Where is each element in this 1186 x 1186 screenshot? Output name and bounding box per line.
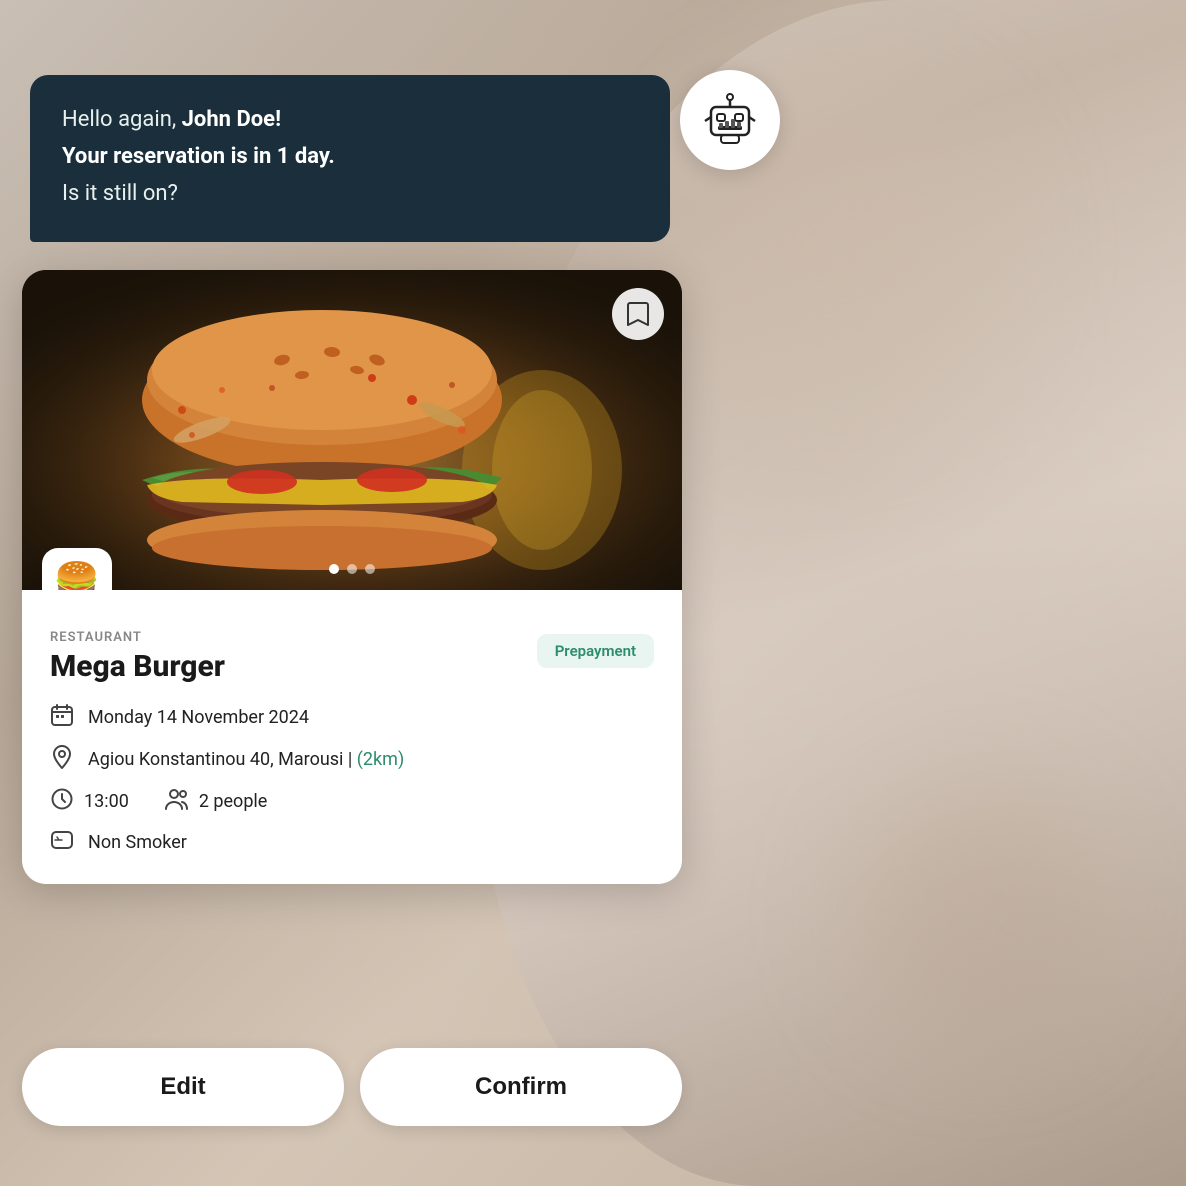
action-buttons: Edit Confirm — [22, 1048, 682, 1126]
info-rows: Monday 14 November 2024 Agiou Konstantin… — [50, 704, 654, 856]
chat-bubble: Hello again, John Doe! Your reservation … — [30, 75, 670, 242]
people-text: 2 people — [199, 791, 268, 812]
time-sub: 13:00 — [50, 788, 129, 815]
dot-3 — [365, 564, 375, 574]
burger-emoji-badge: 🍔 — [42, 548, 112, 590]
card-image: 🍔 — [22, 270, 682, 590]
time-text: 13:00 — [84, 791, 129, 812]
location-row: Agiou Konstantinou 40, Marousi | (2km) — [50, 745, 654, 774]
time-people-row: 13:00 2 people — [50, 788, 654, 815]
prepayment-badge: Prepayment — [537, 634, 654, 668]
smoke-row: Non Smoker — [50, 829, 654, 856]
date-row: Monday 14 November 2024 — [50, 704, 654, 731]
calendar-icon — [50, 704, 74, 731]
robot-icon — [701, 91, 759, 149]
reservation-card: 🍔 RESTAURANT Mega Burger Prepayment — [22, 270, 682, 884]
smoke-icon — [50, 829, 74, 856]
people-sub: 2 people — [165, 788, 268, 815]
burger-image-svg — [22, 270, 682, 590]
address-text: Agiou Konstantinou 40, Marousi | (2km) — [88, 749, 404, 770]
confirm-button[interactable]: Confirm — [360, 1048, 682, 1126]
bookmark-button[interactable] — [612, 288, 664, 340]
date-text: Monday 14 November 2024 — [88, 707, 309, 728]
chat-line-1: Hello again, John Doe! — [62, 103, 638, 136]
robot-avatar — [680, 70, 780, 170]
card-content: RESTAURANT Mega Burger Prepayment — [22, 590, 682, 884]
dot-1 — [329, 564, 339, 574]
edit-button[interactable]: Edit — [22, 1048, 344, 1126]
location-icon — [50, 745, 74, 774]
restaurant-name: Mega Burger — [50, 649, 225, 684]
chat-line-2: Your reservation is in 1 day. — [62, 140, 638, 173]
clock-icon — [50, 788, 74, 815]
restaurant-category: RESTAURANT — [50, 630, 225, 645]
image-dots — [329, 564, 375, 574]
restaurant-info: RESTAURANT Mega Burger — [50, 630, 225, 684]
people-icon — [165, 788, 189, 815]
card-header: RESTAURANT Mega Burger Prepayment — [50, 630, 654, 684]
chat-line-3: Is it still on? — [62, 177, 638, 210]
smoke-text: Non Smoker — [88, 832, 187, 853]
bookmark-icon — [627, 301, 649, 327]
dot-2 — [347, 564, 357, 574]
